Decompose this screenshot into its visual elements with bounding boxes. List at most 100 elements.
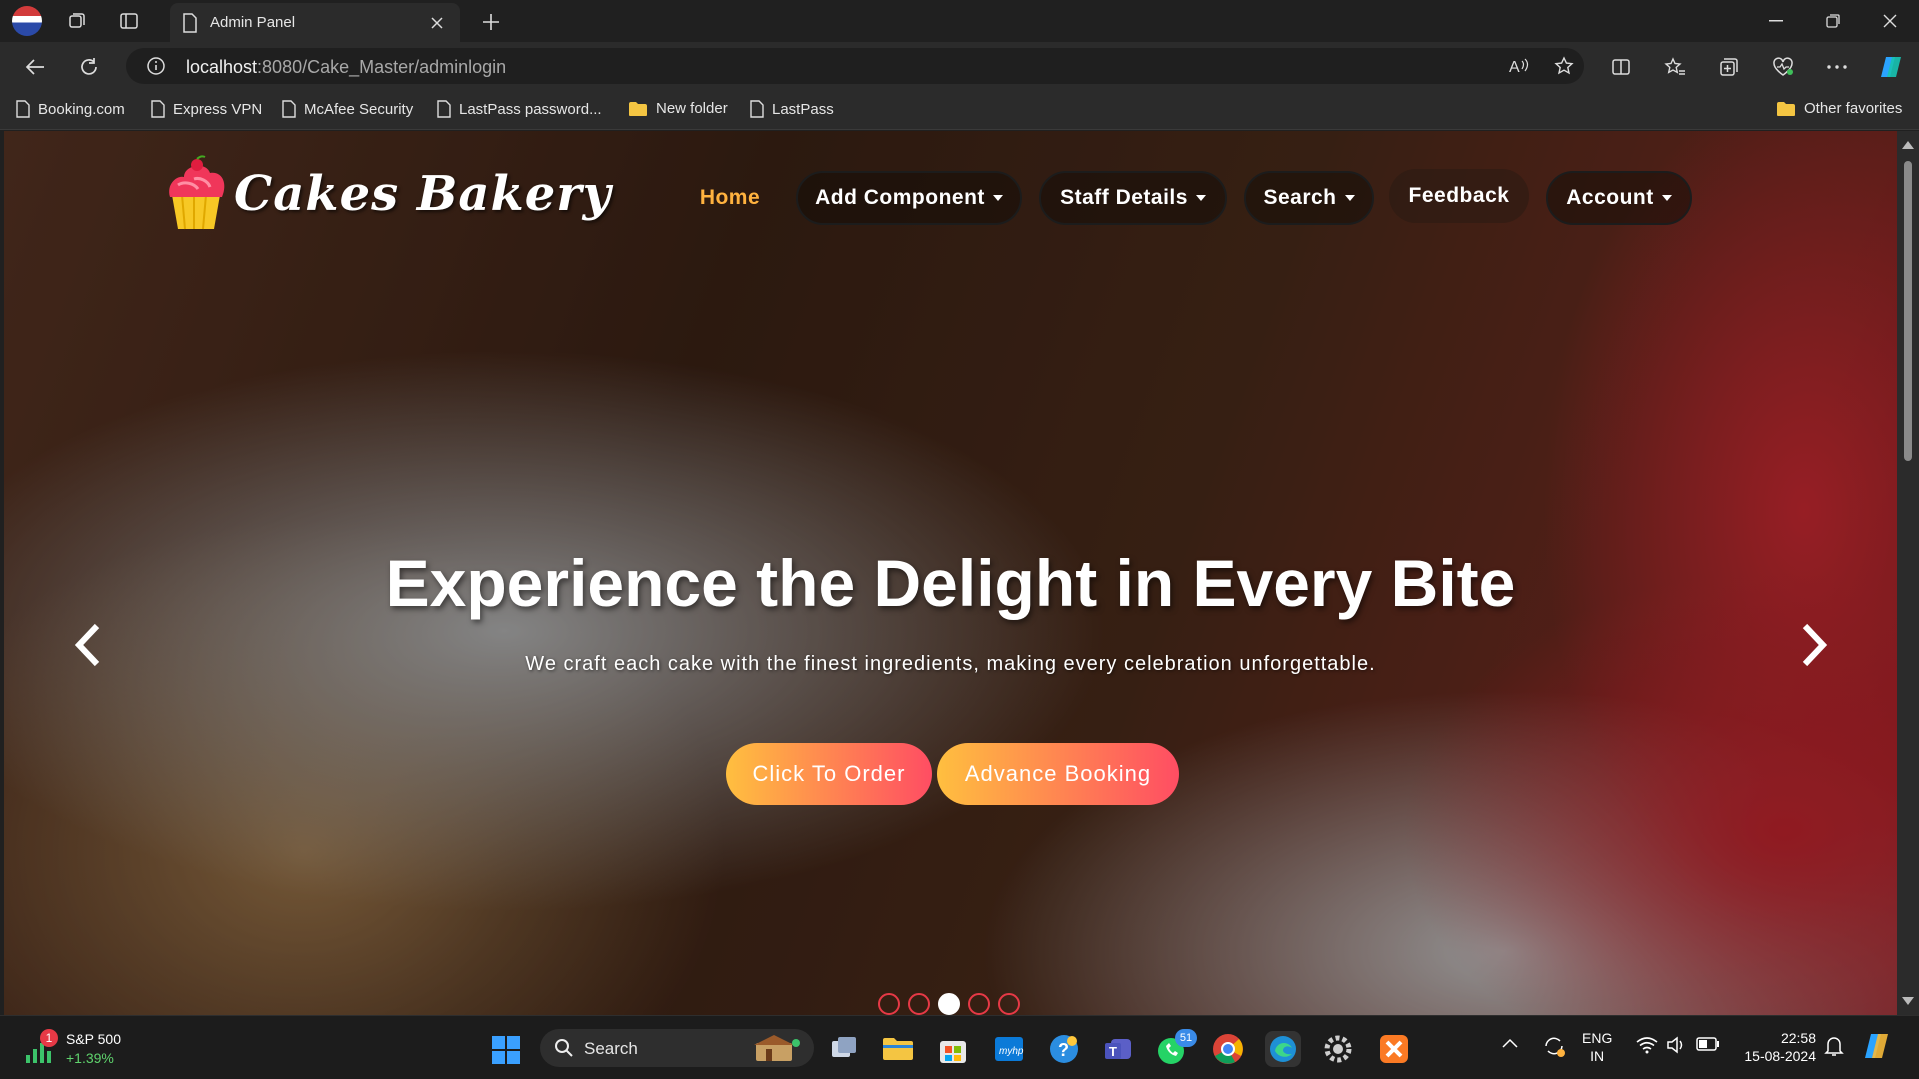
clock[interactable]: 22:58 15-08-2024 <box>1732 1029 1816 1065</box>
volume-icon[interactable] <box>1666 1036 1686 1054</box>
favorite-new-folder[interactable]: New folder <box>628 100 728 117</box>
favorite-label: Express VPN <box>173 100 263 118</box>
cupcake-icon <box>169 155 225 230</box>
favorite-lastpass-password[interactable]: LastPass password... <box>437 100 602 118</box>
chrome-icon[interactable] <box>1210 1031 1246 1067</box>
page-scrollbar[interactable] <box>1897 131 1919 1015</box>
battery-icon[interactable] <box>1696 1037 1720 1051</box>
copilot-taskbar-icon[interactable] <box>1862 1030 1894 1062</box>
new-tab-icon[interactable] <box>478 9 504 35</box>
collections-icon[interactable] <box>1714 52 1744 82</box>
settings-icon[interactable] <box>1320 1031 1356 1067</box>
carousel-indicator[interactable] <box>938 993 960 1015</box>
favorite-lastpass[interactable]: LastPass <box>750 100 834 118</box>
url-path: :8080/Cake_Master/adminlogin <box>257 57 507 77</box>
minimize-icon[interactable] <box>1758 8 1794 34</box>
sync-icon[interactable] <box>1542 1034 1566 1058</box>
windows-taskbar: 1 S&P 500 +1.39% Search myhp ? T 51 ENG … <box>0 1015 1919 1079</box>
svg-text:A: A <box>1509 59 1520 76</box>
read-aloud-icon[interactable]: A <box>1508 56 1530 76</box>
whatsapp-icon[interactable]: 51 <box>1155 1029 1197 1067</box>
file-explorer-icon[interactable] <box>880 1031 916 1067</box>
favorites-icon[interactable] <box>1660 52 1690 82</box>
tab-actions-icon[interactable] <box>116 8 142 34</box>
language-region: IN <box>1590 1048 1605 1064</box>
page-icon <box>282 100 296 118</box>
carousel-indicator[interactable] <box>998 993 1020 1015</box>
copilot-icon[interactable] <box>1876 52 1906 82</box>
teams-icon[interactable]: T <box>1101 1031 1137 1067</box>
address-bar[interactable]: localhost:8080/Cake_Master/adminlogin A <box>126 48 1584 84</box>
split-screen-icon[interactable] <box>1606 52 1636 82</box>
other-favorites[interactable]: Other favorites <box>1776 100 1902 117</box>
carousel-prev-icon[interactable] <box>62 615 112 675</box>
hero-carousel: Cakes Bakery Home Add Component Staff De… <box>4 131 1897 1015</box>
carousel-next-icon[interactable] <box>1790 615 1840 675</box>
browser-essentials-icon[interactable] <box>1768 52 1798 82</box>
language-code: ENG <box>1582 1030 1613 1046</box>
favorite-label: Booking.com <box>38 100 125 118</box>
page-icon <box>182 13 198 33</box>
stock-text: S&P 500 +1.39% <box>66 1030 121 1068</box>
back-icon[interactable] <box>20 52 50 82</box>
taskbar-search[interactable]: Search <box>540 1029 814 1067</box>
click-to-order-label: Click To Order <box>752 761 906 786</box>
favorite-mcafee[interactable]: McAfee Security <box>282 100 413 118</box>
favorite-star-icon[interactable] <box>1554 56 1574 76</box>
get-help-icon[interactable]: ? <box>1046 1031 1082 1067</box>
favorite-express-vpn[interactable]: Express VPN <box>151 100 262 118</box>
workspaces-icon[interactable] <box>64 8 90 34</box>
stock-widget[interactable]: 1 S&P 500 +1.39% <box>22 1029 121 1068</box>
stock-chart-icon: 1 <box>22 1029 58 1067</box>
more-options-icon[interactable] <box>1822 52 1852 82</box>
nav-account[interactable]: Account <box>1546 171 1692 225</box>
page-icon <box>16 100 30 118</box>
nav-feedback[interactable]: Feedback <box>1389 169 1529 223</box>
language-indicator[interactable]: ENG IN <box>1582 1029 1612 1065</box>
scroll-up-icon <box>1902 141 1914 149</box>
notifications-icon[interactable] <box>1824 1035 1844 1057</box>
svg-text:myhp: myhp <box>999 1046 1024 1057</box>
xampp-icon[interactable] <box>1376 1031 1412 1067</box>
brand-logo[interactable]: Cakes Bakery <box>164 155 611 233</box>
nav-home[interactable]: Home <box>670 171 790 225</box>
browser-toolbar: localhost:8080/Cake_Master/adminlogin A <box>0 42 1919 90</box>
carousel-indicator[interactable] <box>908 993 930 1015</box>
nav-staff-details[interactable]: Staff Details <box>1039 171 1227 225</box>
favorite-booking[interactable]: Booking.com <box>16 100 125 118</box>
hero-subtitle: We craft each cake with the finest ingre… <box>525 653 1376 675</box>
page-icon <box>750 100 764 118</box>
url-text[interactable]: localhost:8080/Cake_Master/adminlogin <box>186 57 506 78</box>
advance-booking-label: Advance Booking <box>964 761 1152 786</box>
nav-search[interactable]: Search <box>1244 171 1374 225</box>
advance-booking-button[interactable]: Advance Booking <box>937 743 1179 805</box>
close-window-icon[interactable] <box>1872 8 1908 34</box>
hero-title: Experience the Delight in Every Bite <box>385 546 1516 620</box>
windows-start-icon[interactable] <box>490 1034 522 1066</box>
edge-icon[interactable] <box>1265 1031 1301 1067</box>
page-icon <box>151 100 165 118</box>
carousel-indicator[interactable] <box>968 993 990 1015</box>
refresh-icon[interactable] <box>74 52 104 82</box>
microsoft-store-icon[interactable] <box>935 1031 971 1067</box>
scroll-thumb[interactable] <box>1904 161 1912 461</box>
restore-icon[interactable] <box>1815 8 1851 34</box>
tab-admin-panel[interactable]: Admin Panel <box>170 3 460 42</box>
carousel-indicator[interactable] <box>878 993 900 1015</box>
taskbar-search-label: Search <box>584 1039 638 1058</box>
clock-date: 15-08-2024 <box>1744 1048 1816 1064</box>
svg-text:T: T <box>1109 1044 1117 1059</box>
nav-add-component[interactable]: Add Component <box>796 171 1022 225</box>
site-navbar: Cakes Bakery Home Add Component Staff De… <box>4 131 1897 251</box>
search-icon <box>554 1038 574 1058</box>
task-view-icon[interactable] <box>826 1031 862 1067</box>
click-to-order-button[interactable]: Click To Order <box>726 743 932 805</box>
site-info-icon[interactable] <box>146 56 166 76</box>
myhp-icon[interactable]: myhp <box>991 1031 1027 1067</box>
show-hidden-icons[interactable] <box>1502 1038 1518 1048</box>
wifi-icon[interactable] <box>1636 1036 1658 1054</box>
profile-avatar[interactable] <box>12 6 42 36</box>
browser-tab-bar: Admin Panel <box>0 0 1919 42</box>
close-tab-icon[interactable] <box>426 12 448 34</box>
notification-badge: 1 <box>40 1029 58 1047</box>
